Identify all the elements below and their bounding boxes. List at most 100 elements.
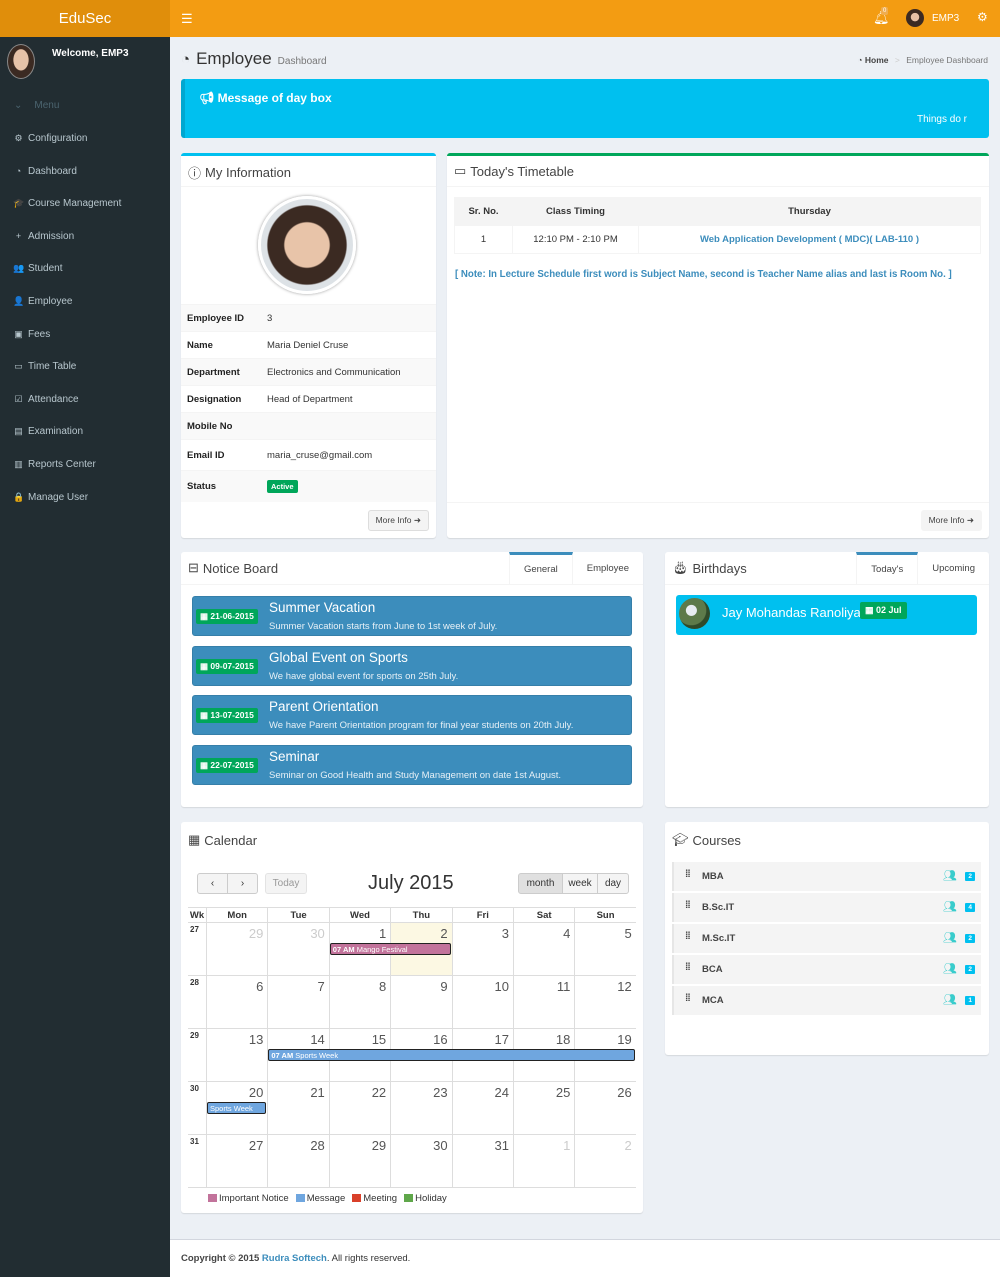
notice-description: Seminar on Good Health and Study Managem… xyxy=(269,769,562,781)
calendar-week-row: 28 6 7 8 9 10 11 12 xyxy=(188,976,636,1029)
menu-header[interactable]: ⌄ Menu xyxy=(14,100,59,111)
calendar-day-cell[interactable]: 3 xyxy=(451,923,513,975)
sidebar-item-attendance[interactable]: ☑ Attendance xyxy=(13,394,78,405)
calendar-day-cell[interactable]: 30 xyxy=(390,1135,451,1187)
calendar-day-cell[interactable]: 9 xyxy=(390,976,451,1028)
calendar-day-cell[interactable]: 10 xyxy=(451,976,513,1028)
notice-description: Summer Vacation starts from June to 1st … xyxy=(269,621,498,632)
student-icon: 👥 xyxy=(13,263,25,274)
legend-swatch xyxy=(404,1194,414,1202)
course-item[interactable]: ⁞⁞ M.Sc.IT 👥︎ 2 xyxy=(672,924,981,953)
app-logo[interactable]: EduSec xyxy=(0,0,170,37)
subject-link[interactable]: Web Application Development ( MDC)( LAB-… xyxy=(638,225,981,254)
tab-employee[interactable]: Employee xyxy=(573,552,643,584)
calendar-next-button[interactable]: › xyxy=(227,873,258,894)
info-value: 3 xyxy=(267,312,273,324)
sidebar-item-fees[interactable]: ▣ Fees xyxy=(13,329,50,340)
more-info-button[interactable]: More Info ➜ xyxy=(920,510,982,531)
sidebar-item-manage-user[interactable]: 🔒 Manage User xyxy=(13,492,88,503)
calendar-day-cell[interactable]: 27 xyxy=(206,1135,267,1187)
sidebar-item-course-management[interactable]: 🎓 Course Management xyxy=(13,198,121,209)
calendar-day-cell[interactable]: 24 xyxy=(451,1082,513,1134)
drag-handle-icon[interactable]: ⁞⁞ xyxy=(685,931,691,942)
sidebar-item-dashboard[interactable]: ◔ Dashboard xyxy=(13,166,77,177)
calendar-day-cell[interactable]: 29 xyxy=(206,923,267,975)
info-value: maria_cruse@gmail.com xyxy=(267,449,373,461)
calendar-today-button[interactable]: Today xyxy=(265,873,307,894)
drag-handle-icon[interactable]: ⁞⁞ xyxy=(685,900,691,911)
message-title-text: Message of day box xyxy=(217,91,332,105)
sidebar-item-label: Course Management xyxy=(28,198,122,210)
calendar-day-cell[interactable]: 25 xyxy=(512,1082,574,1134)
calendar-day-cell[interactable]: 6 xyxy=(206,976,267,1028)
week-number: 27 xyxy=(190,925,199,934)
notice-item[interactable]: ▦ 22-07-2015 Seminar Seminar on Good Hea… xyxy=(192,744,632,785)
course-count-badge: 4 xyxy=(965,903,975,912)
inbox-icon: ⊟ xyxy=(188,560,199,575)
calendar-day-cell[interactable]: 4 xyxy=(512,923,574,975)
view-day-button[interactable]: day xyxy=(597,873,629,894)
calendar-day-cell[interactable]: 13 xyxy=(206,1029,267,1081)
user-menu[interactable]: EMP3 xyxy=(932,13,959,24)
calendar-event[interactable]: Sports Week xyxy=(207,1102,267,1114)
calendar-prev-button[interactable]: ‹ xyxy=(197,873,228,894)
box-title-text: Birthdays xyxy=(692,560,747,576)
drag-handle-icon[interactable]: ⁞⁞ xyxy=(685,869,691,880)
calendar-day-cell[interactable]: 8 xyxy=(328,976,390,1028)
notice-item[interactable]: ▦ 13-07-2015 Parent Orientation We have … xyxy=(192,695,632,736)
sidebar-item-configuration[interactable]: ⚙ Configuration xyxy=(13,133,87,144)
course-item[interactable]: ⁞⁞ BCA 👥︎ 2 xyxy=(672,955,981,984)
course-count-badge: 2 xyxy=(965,965,975,974)
calendar-day-cell[interactable]: 31 xyxy=(451,1135,513,1187)
course-item[interactable]: ⁞⁞ MCA 👥︎ 1 xyxy=(672,986,981,1015)
sidebar-item-employee[interactable]: 👤 Employee xyxy=(13,296,72,307)
fees-icon: ▣ xyxy=(14,328,23,339)
calendar-day-cell[interactable]: 5 xyxy=(574,923,635,975)
calendar-icon: ▦ xyxy=(200,660,209,671)
notice-item[interactable]: ▦ 21-06-2015 Summer Vacation Summer Vaca… xyxy=(192,596,632,636)
sidebar-item-examination[interactable]: ▤ Examination xyxy=(13,426,83,437)
view-month-button[interactable]: month xyxy=(518,873,563,894)
more-info-button[interactable]: More Info ➜ xyxy=(367,510,429,531)
view-week-button[interactable]: week xyxy=(562,873,598,894)
course-name: MBA xyxy=(702,871,724,882)
tab-general[interactable]: General xyxy=(508,552,573,584)
sidebar-item-time-table[interactable]: ▭ Time Table xyxy=(13,361,76,372)
calendar-day-cell[interactable]: 22 xyxy=(328,1082,390,1134)
calendar-day-cell[interactable]: 12 xyxy=(574,976,635,1028)
info-row: Designation Head of Department xyxy=(181,385,436,413)
calendar-icon: ▦ xyxy=(200,759,209,770)
gears-icon[interactable]: ⚙ xyxy=(977,10,988,24)
calendar-event[interactable]: 07 AM Mango Festival xyxy=(329,943,451,955)
course-item[interactable]: ⁞⁞ MBA 👥︎ 2 xyxy=(672,862,981,891)
calendar-day-cell[interactable]: 7 xyxy=(267,976,328,1028)
legend-swatch xyxy=(295,1194,305,1202)
breadcrumb-current: Employee Dashboard xyxy=(906,55,988,65)
hamburger-icon[interactable]: ☰ xyxy=(181,11,193,27)
calendar-day-cell[interactable]: 11 xyxy=(512,976,574,1028)
tab-upcoming[interactable]: Upcoming xyxy=(918,552,989,584)
calendar-day-cell[interactable]: 28 xyxy=(267,1135,328,1187)
users-icon: 👥︎ xyxy=(943,901,957,913)
week-number-header: Wk xyxy=(189,910,205,921)
calendar-day-cell[interactable]: 26 xyxy=(574,1082,635,1134)
user-avatar[interactable] xyxy=(906,9,924,27)
sidebar-item-admission[interactable]: + Admission xyxy=(13,231,74,242)
sidebar-item-student[interactable]: 👥 Student xyxy=(13,263,62,274)
company-link[interactable]: Rudra Softech xyxy=(262,1253,327,1264)
tab-todays[interactable]: Today's xyxy=(856,552,919,584)
info-row: Status Active xyxy=(181,470,436,502)
sidebar-item-reports-center[interactable]: ▥ Reports Center xyxy=(13,459,96,470)
calendar-day-cell[interactable]: 29 xyxy=(328,1135,390,1187)
calendar-day-cell[interactable]: 1 xyxy=(512,1135,574,1187)
calendar-day-cell[interactable]: 2 xyxy=(574,1135,635,1187)
notice-item[interactable]: ▦ 09-07-2015 Global Event on Sports We h… xyxy=(192,645,632,686)
course-item[interactable]: ⁞⁞ B.Sc.IT 👥︎ 4 xyxy=(672,893,981,922)
breadcrumb-home[interactable]: Home xyxy=(865,55,889,65)
calendar-day-cell[interactable]: 21 xyxy=(267,1082,328,1134)
calendar-day-cell[interactable]: 23 xyxy=(390,1082,451,1134)
calendar-event[interactable]: 07 AM Sports Week xyxy=(268,1049,635,1061)
calendar-day-cell[interactable]: 30 xyxy=(267,923,328,975)
drag-handle-icon[interactable]: ⁞⁞ xyxy=(685,993,691,1004)
drag-handle-icon[interactable]: ⁞⁞ xyxy=(685,962,691,973)
